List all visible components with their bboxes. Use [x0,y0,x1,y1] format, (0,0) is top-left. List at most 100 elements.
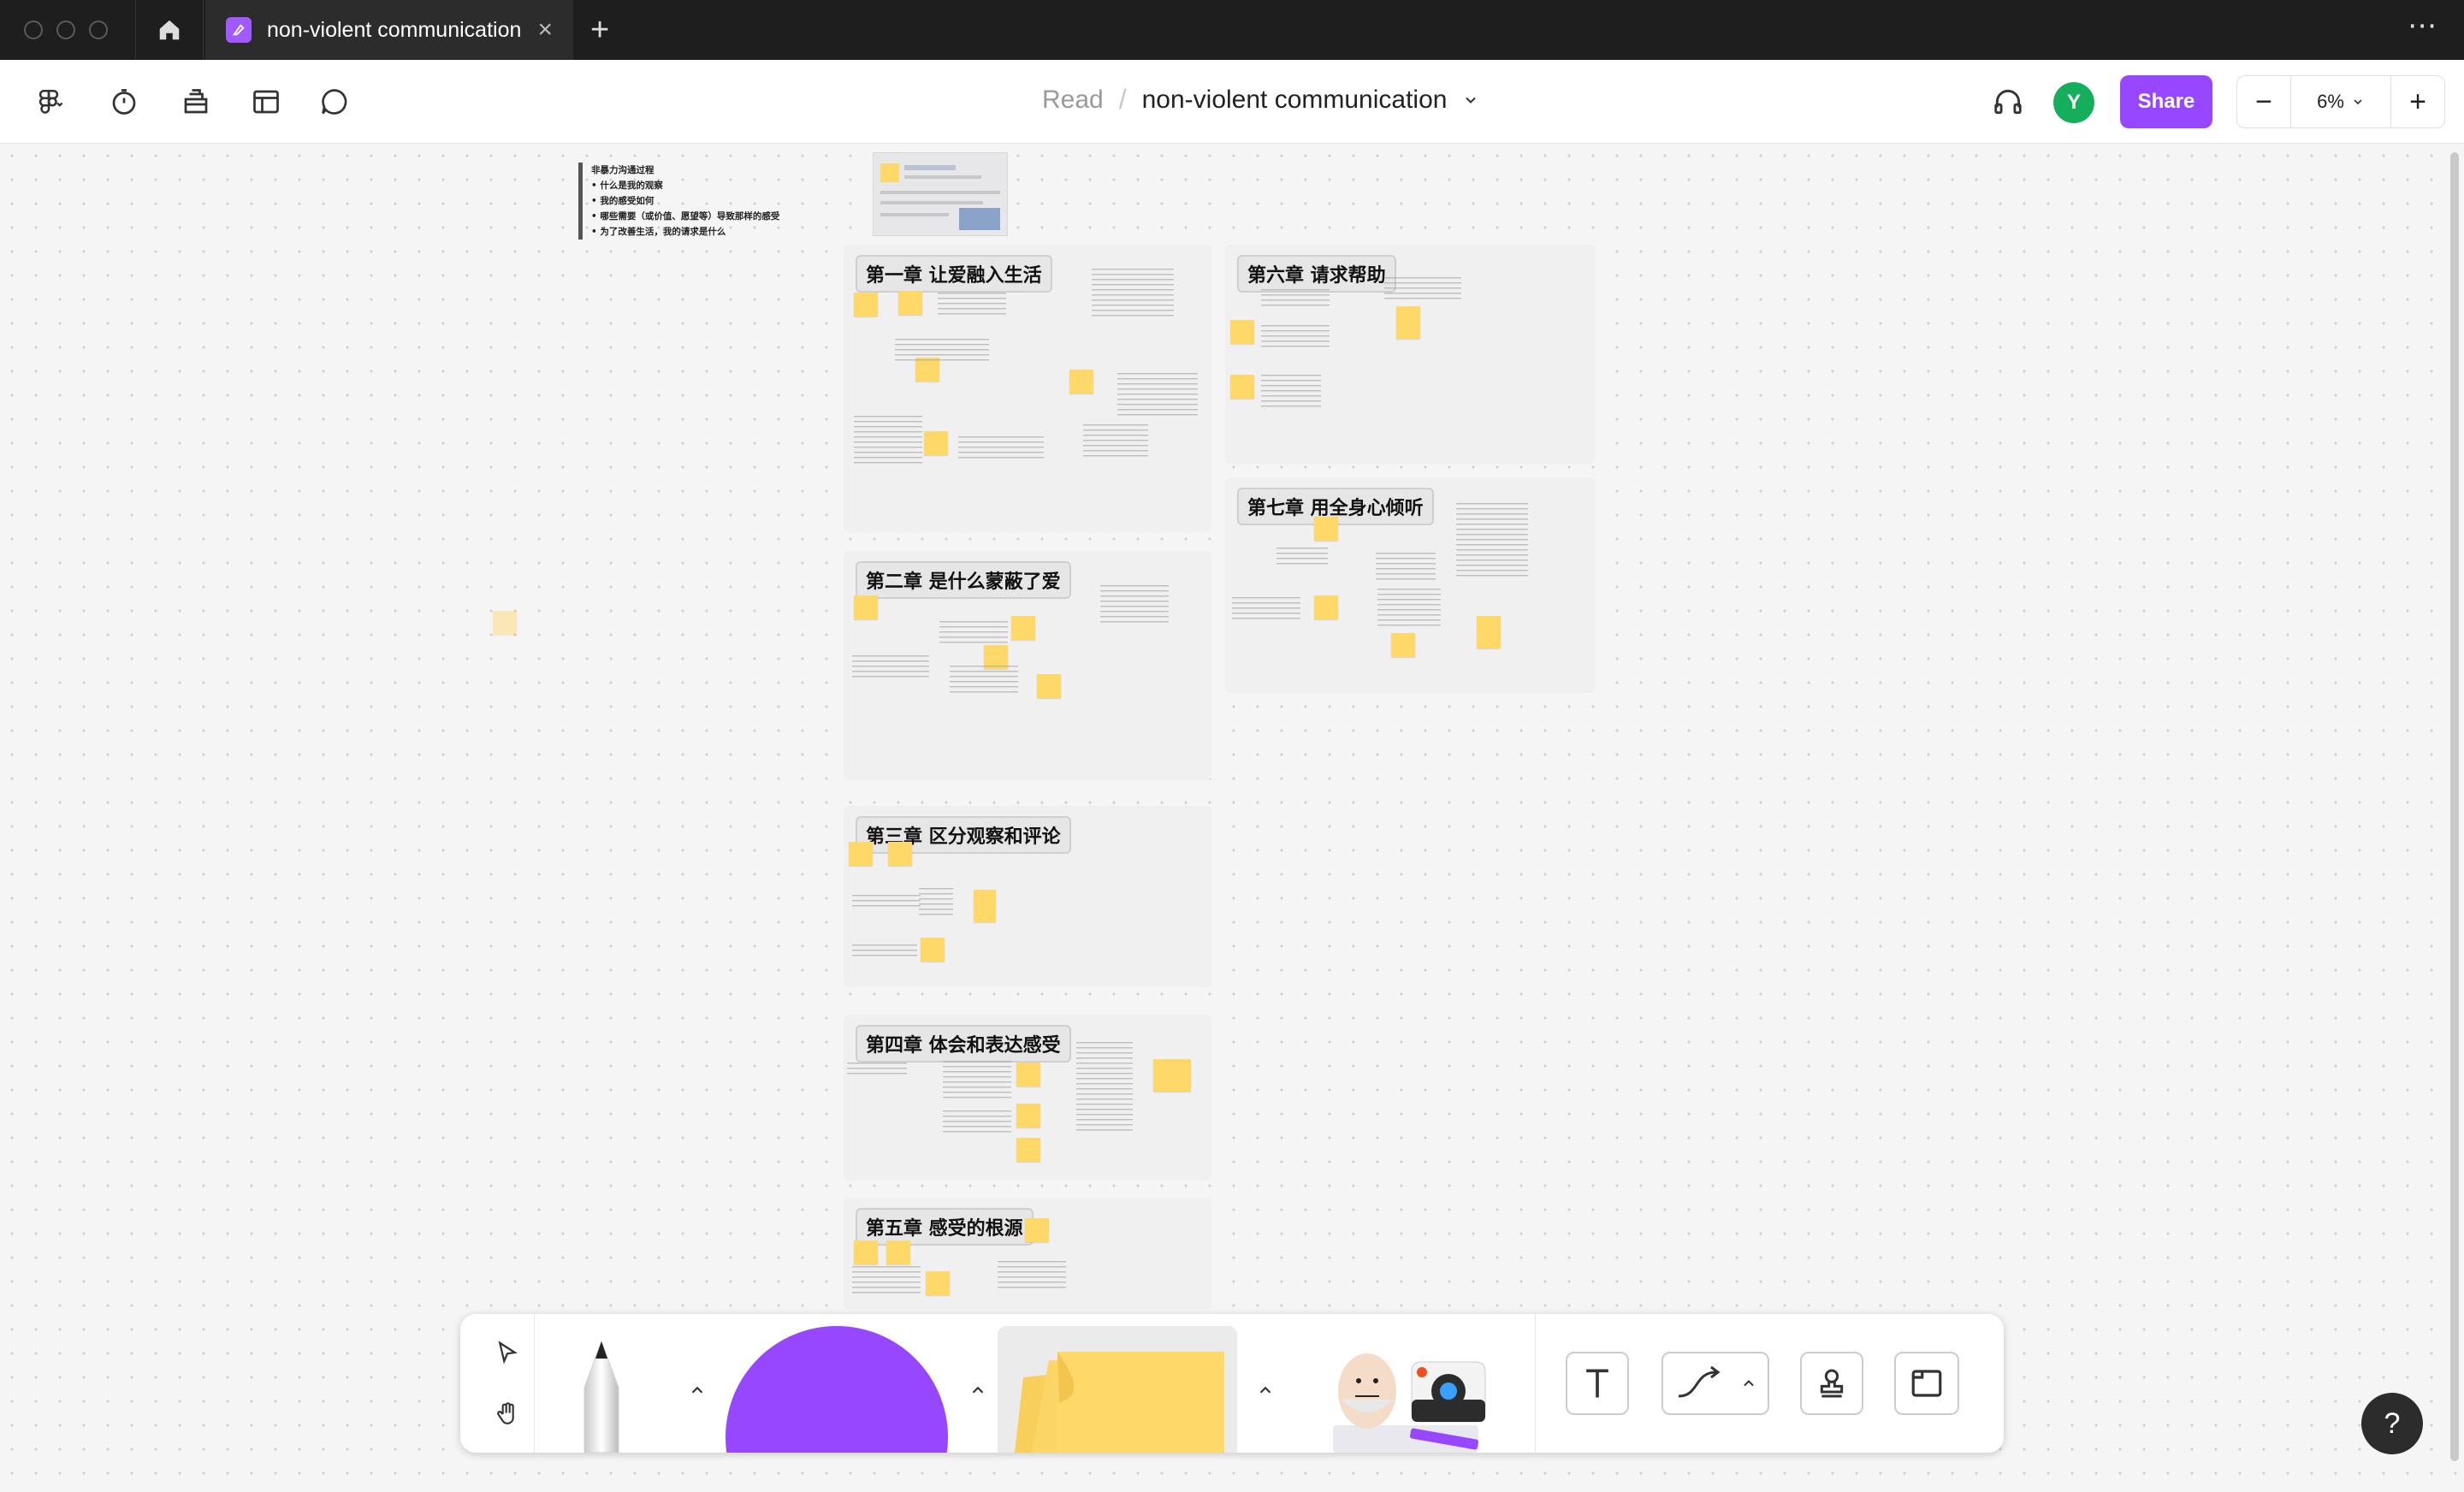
text-block[interactable] [1276,548,1328,565]
chevron-up-icon[interactable] [688,1381,707,1400]
section-chapter-5[interactable]: 第五章 感受的根源 [844,1198,1211,1309]
comments-button[interactable] [315,82,354,121]
sticky-note[interactable] [1230,375,1254,399]
sticky-note[interactable] [888,842,912,866]
sticky-note[interactable] [898,291,922,315]
section-chapter-1[interactable]: 第一章 让爱融入生活 [844,245,1211,532]
sticky-note[interactable] [1025,1218,1049,1242]
sticky-note[interactable] [1069,370,1093,394]
text-block[interactable] [1261,325,1330,351]
section-tool[interactable] [1894,1352,1959,1415]
file-name[interactable]: non-violent communication [1142,86,1448,115]
breadcrumb-parent[interactable]: Read [1042,86,1104,115]
section-title[interactable]: 第五章 感受的根源 [856,1208,1034,1246]
text-block[interactable] [1232,597,1300,623]
text-block[interactable] [1083,424,1148,459]
text-block[interactable] [852,655,929,681]
file-tab[interactable]: non-violent communication × [205,0,573,60]
sticky-note[interactable] [1016,1063,1040,1086]
sticky-note-tool[interactable] [998,1326,1237,1453]
pencil-tool[interactable] [563,1335,640,1453]
text-block[interactable] [938,293,1006,317]
minimize-window-button[interactable] [56,21,75,39]
move-tool[interactable] [486,1331,529,1374]
text-block[interactable] [958,436,1044,460]
sticky-note[interactable] [1153,1059,1191,1092]
section-chapter-6[interactable]: 第六章 请求帮助 [1225,245,1595,464]
text-block[interactable] [852,944,917,958]
text-block[interactable] [1384,277,1461,301]
sticky-note[interactable] [1016,1138,1040,1162]
text-block[interactable] [1261,289,1330,308]
text-block[interactable] [998,1261,1066,1288]
user-avatar[interactable]: Y [2053,82,2094,123]
summary-note[interactable]: 非暴力沟通过程 • 什么是我的观察 • 我的感受如何 • 哪些需要（或价值、愿望… [578,163,779,240]
section-chapter-2[interactable]: 第二章 是什么蒙蔽了爱 [844,551,1211,780]
sticky-note[interactable] [1016,1104,1040,1128]
zoom-out-button[interactable]: − [2237,75,2290,128]
text-block[interactable] [1376,553,1436,583]
text-block[interactable] [943,1110,1011,1133]
sticky-note[interactable] [974,890,996,922]
text-block[interactable] [1092,269,1174,320]
chevron-up-icon[interactable] [1740,1375,1757,1392]
hand-tool[interactable] [486,1393,529,1436]
text-block[interactable] [1377,589,1441,630]
text-block[interactable] [895,339,989,361]
audio-button[interactable] [1988,82,2028,121]
shape-tool[interactable] [726,1326,948,1453]
sticky-note[interactable] [849,842,873,866]
sticky-note[interactable] [1037,674,1061,698]
section-title[interactable]: 第四章 体会和表达感受 [856,1025,1071,1063]
section-title[interactable]: 第一章 让爱融入生活 [856,255,1052,293]
help-button[interactable]: ? [2361,1393,2423,1454]
share-button[interactable]: Share [2120,75,2212,128]
sticky-note[interactable] [1314,517,1338,541]
stickers-tool[interactable] [1324,1340,1496,1453]
sticky-note[interactable] [854,293,878,317]
section-title[interactable]: 第六章 请求帮助 [1237,255,1396,293]
main-menu-button[interactable] [19,82,79,121]
sticky-note[interactable] [1396,306,1420,339]
sticky-note[interactable] [1477,616,1501,648]
text-block[interactable] [847,1063,907,1076]
close-window-button[interactable] [24,21,43,39]
text-block[interactable] [950,666,1018,696]
text-block[interactable] [939,621,1008,645]
section-chapter-7[interactable]: 第七章 用全身心倾听 [1225,477,1595,693]
new-tab-button[interactable]: + [590,12,609,49]
section-chapter-3[interactable]: 第三章 区分观察和评论 [844,806,1211,987]
vertical-scrollbar[interactable] [2450,152,2459,1461]
section-title[interactable]: 第二章 是什么蒙蔽了爱 [856,561,1071,599]
sticky-note[interactable] [915,358,939,382]
chevron-down-icon[interactable] [1462,92,1479,109]
text-block[interactable] [854,416,922,464]
text-tool[interactable] [1566,1352,1629,1415]
sticky-note[interactable] [493,611,517,635]
sticky-note[interactable] [924,431,948,455]
window-controls[interactable] [24,21,108,39]
templates-button[interactable] [246,82,286,121]
library-button[interactable] [176,82,216,121]
whiteboard-canvas[interactable]: 非暴力沟通过程 • 什么是我的观察 • 我的感受如何 • 哪些需要（或价值、愿望… [0,144,2464,1492]
connector-tool[interactable] [1661,1352,1769,1415]
tab-close-icon[interactable]: × [537,15,553,44]
sticky-note[interactable] [854,1240,878,1264]
chevron-up-icon[interactable] [1256,1381,1275,1400]
text-block[interactable] [852,1266,921,1297]
text-block[interactable] [919,888,953,919]
stamp-tool[interactable] [1800,1352,1863,1415]
text-block[interactable] [1117,373,1198,419]
section-chapter-4[interactable]: 第四章 体会和表达感受 [844,1015,1211,1181]
sticky-note[interactable] [854,595,878,619]
home-button[interactable] [135,0,204,60]
maximize-window-button[interactable] [89,21,108,39]
more-menu-icon[interactable]: ⋯ [2408,9,2438,43]
sticky-note[interactable] [1230,320,1254,344]
sticky-note[interactable] [921,938,945,962]
sticky-note[interactable] [926,1271,950,1295]
chevron-up-icon[interactable] [968,1381,987,1400]
timer-button[interactable] [104,82,144,121]
text-block[interactable] [1261,375,1321,411]
text-block[interactable] [852,895,921,910]
